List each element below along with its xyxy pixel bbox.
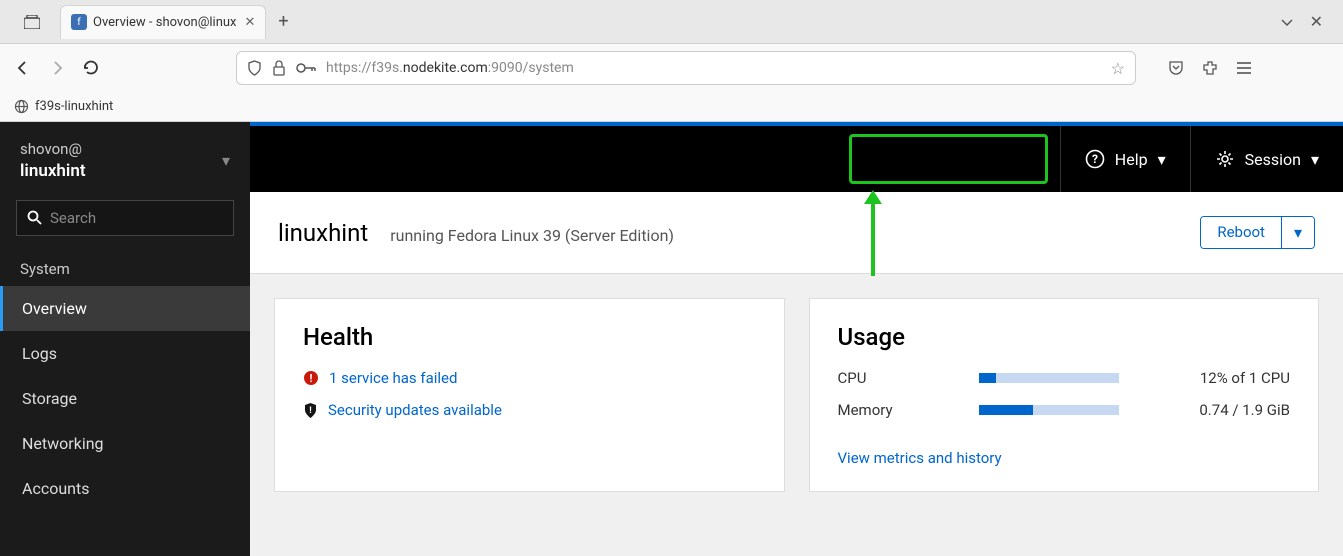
- globe-icon: [14, 99, 29, 114]
- bookmark-bar: f39s-linuxhint: [0, 92, 1343, 122]
- pocket-icon[interactable]: [1168, 60, 1184, 76]
- nav-section-label: System: [0, 250, 250, 286]
- admin-access-label: Administrative access: [870, 150, 1027, 169]
- nav-item-overview[interactable]: Overview: [0, 286, 250, 331]
- chevron-down-icon: ▾: [222, 151, 230, 170]
- caret-down-icon: ▾: [1158, 150, 1166, 169]
- tab-bar: f Overview - shovon@linux ✕ + ✕: [0, 0, 1343, 44]
- reboot-dropdown[interactable]: ▾: [1281, 217, 1314, 248]
- favicon-icon: f: [71, 14, 87, 30]
- tab-title: Overview - shovon@linux: [93, 15, 237, 30]
- recent-tabs-icon[interactable]: [12, 15, 52, 29]
- top-bar: Administrative access ? Help ▾ Session ▾: [250, 126, 1343, 192]
- health-title: Health: [303, 323, 756, 351]
- reload-button[interactable]: [82, 59, 100, 77]
- cpu-bar: [979, 373, 1119, 383]
- error-icon: !: [303, 370, 319, 386]
- nav-bar: https://f39s.nodekite.com:9090/system ☆: [0, 44, 1343, 92]
- close-tab-icon[interactable]: ✕: [245, 15, 256, 30]
- usage-title: Usage: [838, 323, 1291, 351]
- forward-button[interactable]: [48, 59, 66, 77]
- hostname: linuxhint: [278, 219, 368, 247]
- session-button[interactable]: Session ▾: [1190, 126, 1343, 192]
- main-content: Administrative access ? Help ▾ Session ▾…: [250, 122, 1343, 556]
- memory-bar: [979, 405, 1119, 415]
- url-bar[interactable]: https://f39s.nodekite.com:9090/system ☆: [236, 51, 1136, 85]
- nav-item-networking[interactable]: Networking: [0, 421, 250, 466]
- window-close-icon[interactable]: ✕: [1310, 12, 1323, 31]
- reboot-button[interactable]: Reboot: [1201, 217, 1281, 248]
- search-icon: [27, 210, 42, 225]
- metrics-link[interactable]: View metrics and history: [838, 449, 1002, 467]
- memory-label: Memory: [838, 401, 918, 419]
- security-updates-link[interactable]: Security updates available: [328, 401, 502, 419]
- shield-icon[interactable]: [247, 60, 262, 76]
- cpu-value: 12% of 1 CPU: [1180, 369, 1290, 387]
- svg-text:!: !: [310, 372, 313, 385]
- security-shield-icon: !: [303, 402, 318, 419]
- nav-item-accounts[interactable]: Accounts: [0, 466, 250, 511]
- svg-text:?: ?: [1092, 152, 1098, 166]
- header-row: linuxhint running Fedora Linux 39 (Serve…: [250, 192, 1343, 274]
- search-input[interactable]: [50, 209, 249, 227]
- browser-tab[interactable]: f Overview - shovon@linux ✕: [60, 5, 266, 39]
- help-icon: ?: [1085, 149, 1105, 169]
- gear-icon: [1215, 149, 1235, 169]
- user-switcher[interactable]: shovon@ linuxhint ▾: [0, 122, 250, 200]
- os-status: running Fedora Linux 39 (Server Edition): [390, 226, 674, 245]
- user-name: shovon@: [20, 140, 86, 160]
- user-host: linuxhint: [20, 160, 86, 182]
- cpu-label: CPU: [838, 369, 918, 387]
- extensions-icon[interactable]: [1202, 60, 1218, 76]
- back-button[interactable]: [14, 59, 32, 77]
- caret-down-icon: ▾: [1311, 150, 1319, 169]
- url-text: https://f39s.nodekite.com:9090/system: [326, 60, 1111, 76]
- help-button[interactable]: ? Help ▾: [1060, 126, 1190, 192]
- menu-icon[interactable]: [1236, 61, 1252, 75]
- nav-item-logs[interactable]: Logs: [0, 331, 250, 376]
- bookmark-star-icon[interactable]: ☆: [1111, 59, 1125, 78]
- key-icon[interactable]: [296, 62, 316, 74]
- lock-icon[interactable]: [272, 60, 286, 76]
- admin-access-button[interactable]: Administrative access: [849, 134, 1048, 184]
- bookmark-item[interactable]: f39s-linuxhint: [35, 99, 113, 114]
- svg-text:!: !: [309, 406, 311, 416]
- usage-card: Usage CPU 12% of 1 CPU Memory 0.74 / 1.9…: [809, 298, 1320, 492]
- failed-service-link[interactable]: 1 service has failed: [329, 369, 457, 387]
- nav-item-storage[interactable]: Storage: [0, 376, 250, 421]
- reboot-group: Reboot ▾: [1200, 216, 1315, 249]
- tabs-dropdown-icon[interactable]: [1280, 15, 1294, 29]
- sidebar: shovon@ linuxhint ▾ System Overview Logs…: [0, 122, 250, 556]
- new-tab-button[interactable]: +: [278, 11, 288, 32]
- search-box[interactable]: [16, 200, 234, 236]
- health-card: Health ! 1 service has failed ! Security…: [274, 298, 785, 492]
- memory-value: 0.74 / 1.9 GiB: [1180, 401, 1290, 419]
